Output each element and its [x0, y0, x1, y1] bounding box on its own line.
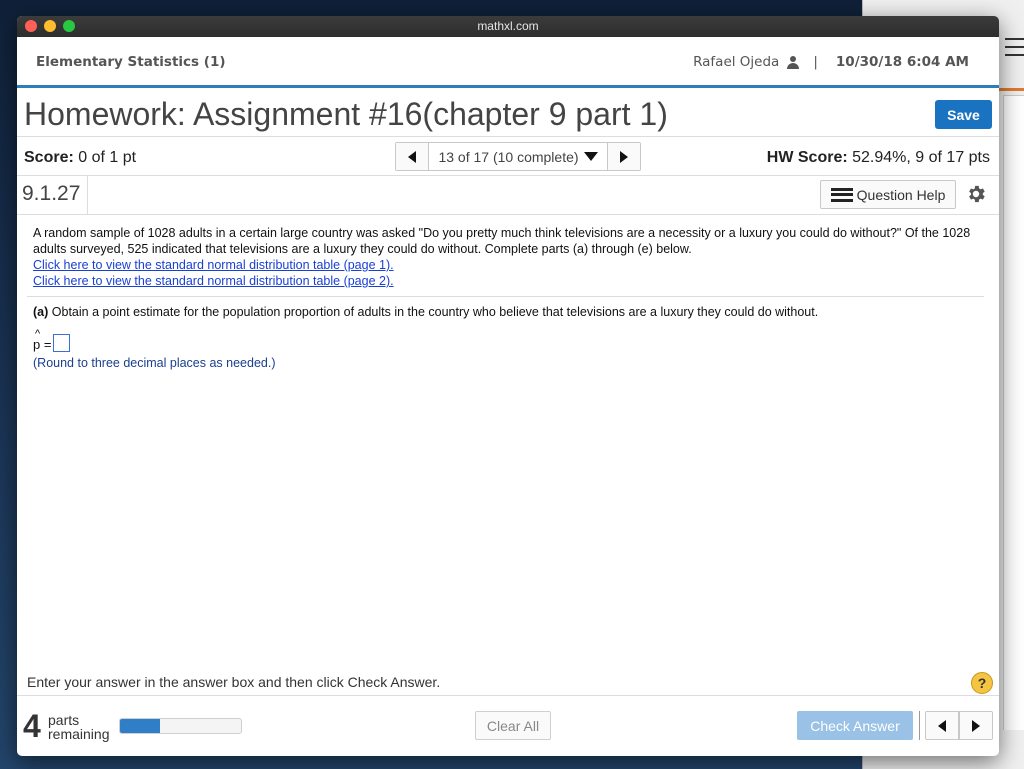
- arrow-left-icon: [408, 150, 416, 163]
- p-hat-caret: ^: [35, 328, 41, 340]
- question-select[interactable]: 13 of 17 (10 complete): [429, 143, 607, 170]
- chevron-down-icon: [583, 152, 598, 161]
- clear-all-button[interactable]: Clear All: [475, 711, 551, 740]
- question-id-row: 9.1.27 Question Help: [17, 176, 999, 215]
- parts-progress-fill: [120, 719, 160, 733]
- score: Score: 0 of 1 pt: [24, 149, 136, 167]
- hamburger-menu-icon: [1005, 38, 1024, 62]
- problem-statement: A random sample of 1028 adults in a cert…: [33, 226, 971, 256]
- rounding-hint: (Round to three decimal places as needed…: [33, 356, 276, 370]
- check-answer-button[interactable]: Check Answer: [797, 711, 913, 740]
- answer-instructions: Enter your answer in the answer box and …: [27, 674, 441, 690]
- user-name[interactable]: Rafael Ojeda: [693, 54, 779, 70]
- site-header: Elementary Statistics (1) Rafael Ojeda |…: [17, 37, 999, 88]
- remaining-word: remaining: [48, 726, 110, 742]
- hw-score: HW Score: 52.94%, 9 of 17 pts: [767, 149, 990, 167]
- header-separator: |: [813, 54, 818, 70]
- background-window-panel: [1003, 95, 1024, 730]
- next-question-button[interactable]: [607, 143, 640, 170]
- user-area: Rafael Ojeda | 10/30/18 6:04 AM: [693, 54, 969, 70]
- browser-title: mathxl.com: [477, 19, 539, 33]
- background-accent-bar: [999, 88, 1024, 91]
- hw-score-value: 52.94%, 9 of 17 pts: [852, 149, 990, 166]
- answer-input[interactable]: [53, 334, 71, 352]
- question-help-button[interactable]: Question Help: [820, 180, 956, 209]
- arrow-right-icon: [972, 719, 980, 732]
- question-select-text: 13 of 17 (10 complete): [438, 148, 579, 165]
- question-help-label: Question Help: [856, 186, 946, 203]
- window-controls: [25, 20, 75, 32]
- p-hat-symbol: ^ p =: [33, 328, 51, 352]
- user-icon[interactable]: [787, 55, 800, 69]
- question-content: A random sample of 1028 adults in a cert…: [17, 215, 999, 370]
- maximize-window-icon[interactable]: [63, 20, 75, 32]
- question-id-divider: [87, 176, 88, 214]
- arrow-left-icon: [938, 719, 946, 732]
- hw-score-label: HW Score:: [766, 149, 848, 166]
- close-window-icon[interactable]: [25, 20, 37, 32]
- arrow-right-icon: [620, 150, 628, 163]
- footer-previous-button[interactable]: [926, 712, 959, 739]
- question-navigator: 13 of 17 (10 complete): [395, 142, 641, 171]
- score-label: Score:: [24, 149, 74, 166]
- browser-window: mathxl.com Elementary Statistics (1) Raf…: [17, 16, 999, 756]
- part-divider: [27, 296, 984, 297]
- browser-titlebar: mathxl.com: [17, 16, 999, 37]
- score-row: Score: 0 of 1 pt 13 of 17 (10 complete) …: [17, 137, 999, 176]
- answer-line: ^ p =: [33, 328, 984, 352]
- parts-remaining-label: parts remaining: [48, 713, 109, 741]
- normal-table-link-page-2[interactable]: Click here to view the standard normal d…: [33, 273, 984, 289]
- parts-progress-bar: [119, 718, 242, 734]
- course-name[interactable]: Elementary Statistics (1): [36, 54, 226, 70]
- part-a-label: (a): [33, 305, 49, 319]
- score-value: 0 of 1 pt: [78, 149, 137, 166]
- minimize-window-icon[interactable]: [44, 20, 56, 32]
- question-id: 9.1.27: [22, 182, 81, 205]
- save-button[interactable]: Save: [935, 100, 992, 129]
- footer-question-navigator: [925, 711, 993, 740]
- previous-question-button[interactable]: [396, 143, 429, 170]
- normal-table-link-page-1[interactable]: Click here to view the standard normal d…: [33, 257, 984, 273]
- footer-separator: [919, 711, 920, 740]
- help-icon[interactable]: ?: [971, 672, 993, 694]
- footer-bar: 4 parts remaining Clear All Check Answer: [17, 695, 999, 756]
- part-a-prompt: (a) Obtain a point estimate for the popu…: [33, 304, 984, 320]
- current-datetime: 10/30/18 6:04 AM: [835, 54, 969, 70]
- list-icon: [830, 187, 853, 202]
- homework-title-row: Homework: Assignment #16(chapter 9 part …: [17, 88, 999, 137]
- parts-remaining-count: 4: [23, 708, 41, 744]
- part-a-text: Obtain a point estimate for the populati…: [51, 305, 819, 319]
- gear-icon[interactable]: [965, 183, 987, 205]
- footer-next-button[interactable]: [959, 712, 992, 739]
- page-title: Homework: Assignment #16(chapter 9 part …: [24, 96, 668, 132]
